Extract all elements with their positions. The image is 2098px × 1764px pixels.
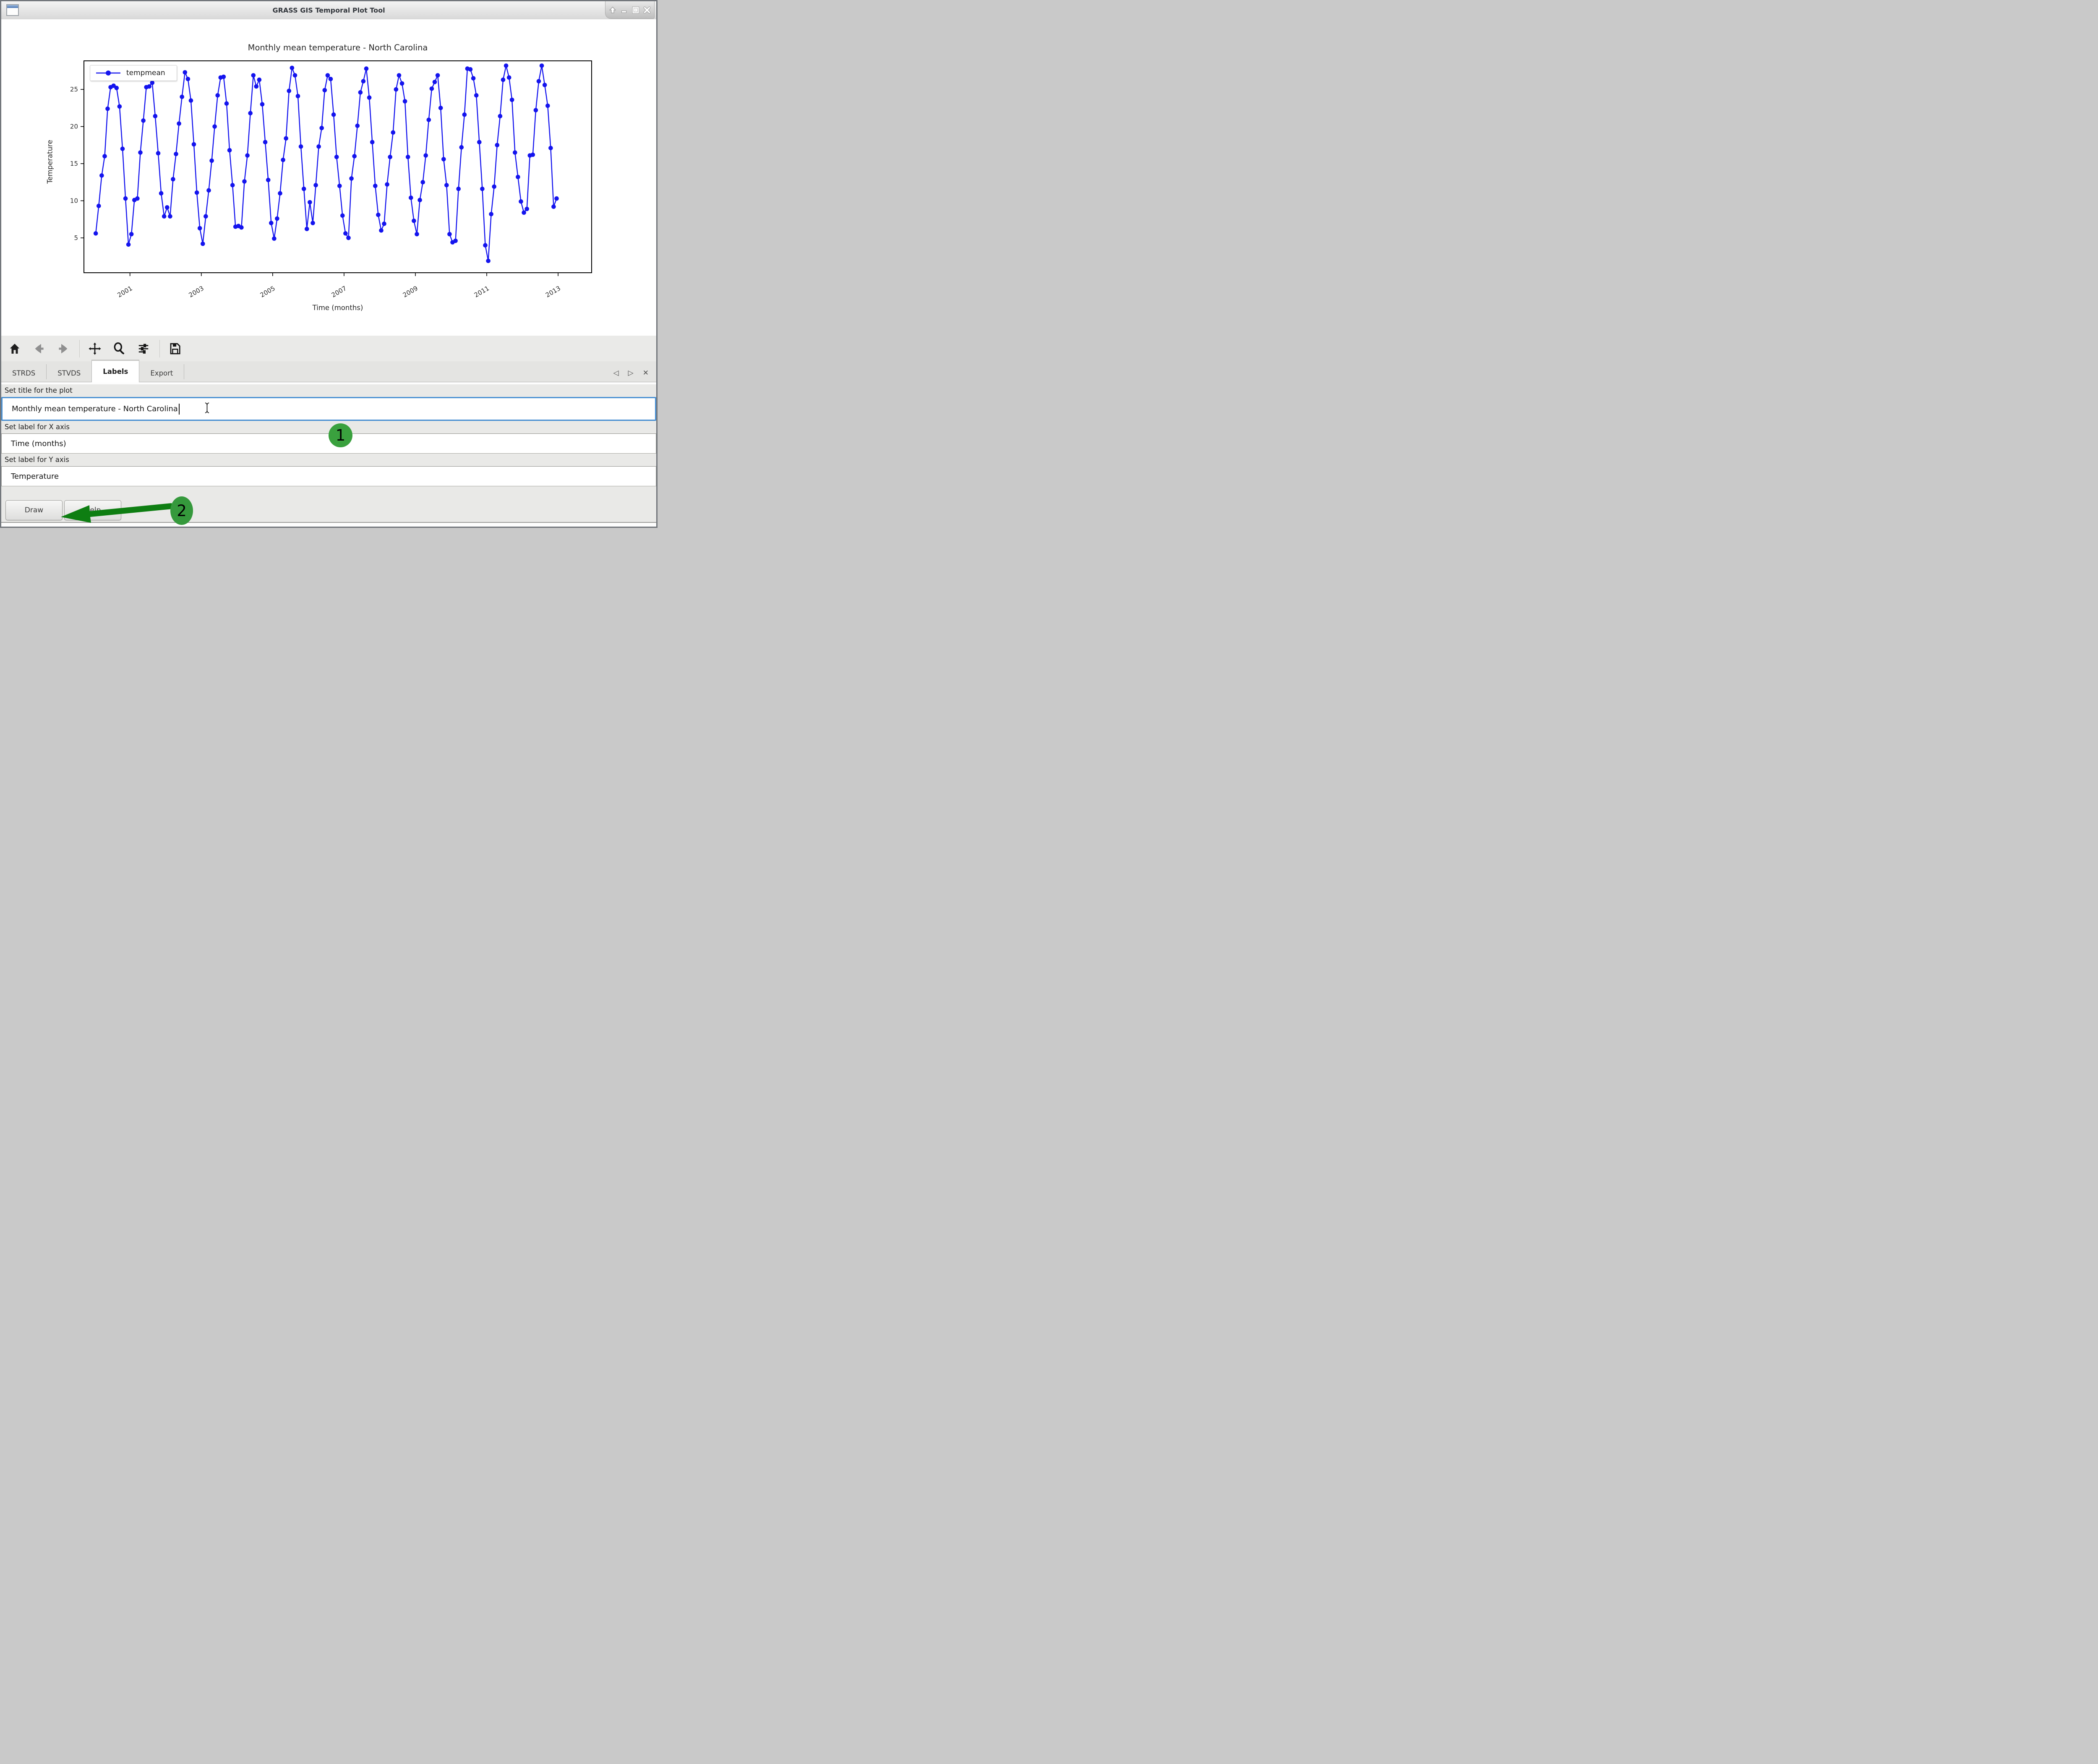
plot-title: Monthly mean temperature - North Carolin… [84,43,592,52]
panel-spacer [1,486,656,500]
tab-stvds[interactable]: STVDS [47,365,91,382]
ibeam-cursor-icon [204,402,210,416]
toolbar-separator [79,340,80,357]
ylabel-field-label: Set label for Y axis [1,454,656,466]
help-button[interactable]: Help [64,500,121,520]
tab-scroll-right-icon[interactable]: ▷ [628,370,634,377]
svg-text:15: 15 [70,160,78,167]
notebook-tabbar: STRDS STVDS Labels Export ◁ ▷ ✕ [1,361,656,382]
svg-text:2013: 2013 [544,284,562,299]
figure-canvas[interactable]: Monthly mean temperature - North Carolin… [1,19,656,336]
draw-button[interactable]: Draw [5,500,63,520]
tab-export-label: Export [150,369,173,377]
tab-scroll-left-icon[interactable]: ◁ [613,370,619,377]
tab-nav: ◁ ▷ ✕ [613,370,649,377]
button-row: Draw Help [1,500,656,521]
svg-text:2009: 2009 [402,284,419,299]
zoom-icon[interactable] [110,339,128,358]
app-window: GRASS GIS Temporal Plot Tool Monthly mea… [0,0,658,528]
title-field-label: Set title for the plot [1,384,656,397]
legend-line-sample [95,70,121,76]
ylabel-input[interactable]: Temperature [1,466,656,486]
tab-labels-label: Labels [103,368,128,376]
svg-text:2005: 2005 [259,284,277,299]
tab-strds[interactable]: STRDS [1,365,46,382]
svg-text:2007: 2007 [330,284,348,299]
home-icon[interactable] [5,339,24,358]
maximize-icon[interactable] [631,6,640,14]
tab-labels[interactable]: Labels [91,360,139,382]
svg-text:2001: 2001 [116,284,134,299]
tab-close-icon[interactable]: ✕ [643,370,649,377]
annotation-step-2: 2 [170,496,193,525]
tab-strds-label: STRDS [12,369,35,377]
back-icon[interactable] [30,339,48,358]
text-caret [179,404,180,415]
labels-panel: Set title for the plot Monthly mean temp… [1,384,656,523]
title-input[interactable]: Monthly mean temperature - North Carolin… [1,397,656,421]
xlabel-input-value: Time (months) [11,439,66,448]
minimize-icon[interactable] [620,6,628,14]
svg-text:10: 10 [70,197,78,204]
x-axis-label: Time (months) [84,304,592,312]
title-input-value: Monthly mean temperature - North Carolin… [12,404,178,413]
svg-text:20: 20 [70,123,78,130]
pan-icon[interactable] [86,339,104,358]
forward-icon[interactable] [54,339,73,358]
svg-text:25: 25 [70,86,78,93]
y-axis-label: Temperature [46,120,54,204]
legend-entry: tempmean [126,69,165,77]
window-title: GRASS GIS Temporal Plot Tool [1,1,656,19]
tab-stvds-label: STVDS [57,369,81,377]
ylabel-input-value: Temperature [11,472,59,481]
svg-text:2011: 2011 [473,284,491,299]
plot-toolbar [1,336,656,361]
close-icon[interactable] [643,6,651,14]
window-bottom-strip [1,523,656,527]
annotation-step-1: 1 [329,423,352,447]
svg-text:5: 5 [74,234,78,242]
shade-window-icon[interactable] [608,6,617,14]
toolbar-separator [159,340,160,357]
configure-subplots-icon[interactable] [134,339,153,358]
window-controls [605,1,655,19]
svg-text:2003: 2003 [188,284,205,299]
legend: tempmean [90,65,177,81]
tab-export[interactable]: Export [139,365,184,382]
save-icon[interactable] [166,339,184,358]
titlebar: GRASS GIS Temporal Plot Tool [1,1,656,20]
